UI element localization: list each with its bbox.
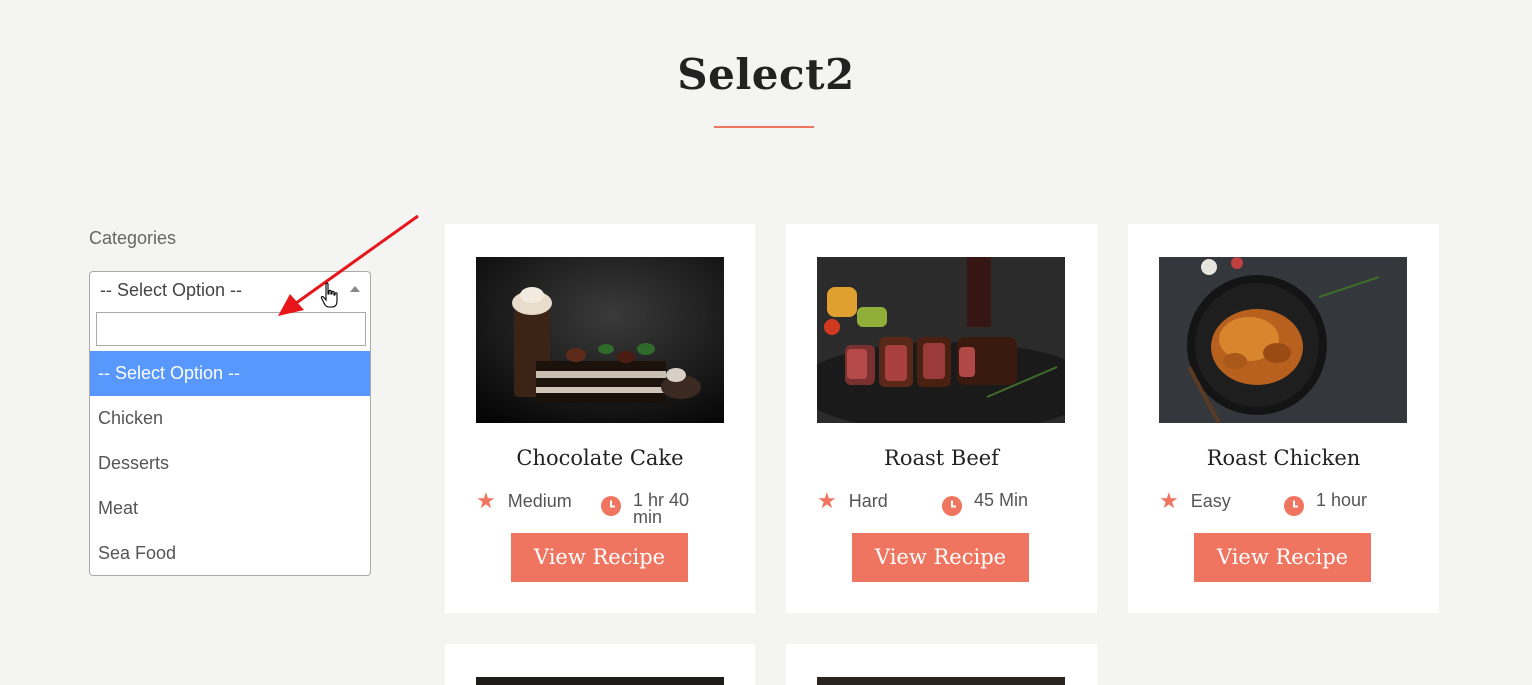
difficulty-text: Hard: [848, 490, 888, 511]
time-text: 1 hr 40 min: [633, 490, 690, 527]
categories-label: Categories: [89, 228, 177, 248]
recipe-image-roast-chicken: [1159, 257, 1407, 423]
difficulty-text: Easy: [1190, 490, 1231, 511]
view-recipe-button[interactable]: View Recipe: [852, 533, 1029, 582]
hand-cursor-icon: [320, 282, 338, 308]
cook-time: 1 hr 40 min: [601, 490, 703, 527]
options-list: -- Select Option -- Chicken Desserts Mea…: [90, 351, 370, 576]
annotation-arrow-icon: [278, 214, 419, 316]
option-desserts[interactable]: Desserts: [90, 441, 370, 486]
star-icon: ★: [476, 488, 496, 513]
clock-icon: [942, 496, 962, 516]
option-sea-food[interactable]: Sea Food: [90, 531, 370, 576]
recipe-card-partial: [786, 644, 1097, 685]
recipe-image-partial: [817, 677, 1065, 685]
time-text: 1 hour: [1316, 490, 1368, 510]
recipe-card: Chocolate Cake ★ Medium 1 hr 40 min View…: [445, 224, 755, 613]
difficulty: ★ Hard: [817, 490, 888, 512]
recipe-card-partial: [445, 644, 755, 685]
recipe-card: Roast Chicken ★ Easy 1 hour View Recipe: [1128, 224, 1439, 613]
recipe-image-chocolate-cake: [476, 257, 724, 423]
difficulty-text: Medium: [507, 490, 572, 511]
difficulty: ★ Easy: [1159, 490, 1231, 512]
title-underline: [714, 126, 814, 128]
recipe-image-roast-beef: [817, 257, 1065, 423]
difficulty: ★ Medium: [476, 490, 572, 512]
clock-icon: [1284, 496, 1304, 516]
option-chicken[interactable]: Chicken: [90, 396, 370, 441]
view-recipe-button[interactable]: View Recipe: [511, 533, 688, 582]
option-select-option[interactable]: -- Select Option --: [90, 351, 370, 396]
cook-time: 45 Min: [942, 490, 1044, 516]
option-meat[interactable]: Meat: [90, 486, 370, 531]
star-icon: ★: [1159, 488, 1179, 513]
recipe-title: Chocolate Cake: [516, 446, 684, 470]
time-text: 45 Min: [974, 490, 1029, 510]
select-dropdown: -- Select Option -- Chicken Desserts Mea…: [89, 306, 371, 576]
view-recipe-button[interactable]: View Recipe: [1194, 533, 1371, 582]
page-title: Select2: [677, 50, 855, 99]
page: Select2 Categories -- Select Option -- -…: [0, 0, 1532, 685]
clock-icon: [601, 496, 621, 516]
select-value: -- Select Option --: [100, 280, 243, 300]
star-icon: ★: [817, 488, 837, 513]
cook-time: 1 hour: [1284, 490, 1386, 516]
recipe-title: Roast Chicken: [1206, 446, 1361, 470]
recipe-image-partial: [476, 677, 724, 685]
recipe-card: Roast Beef ★ Hard 45 Min View Recipe: [786, 224, 1097, 613]
recipe-title: Roast Beef: [884, 446, 999, 470]
